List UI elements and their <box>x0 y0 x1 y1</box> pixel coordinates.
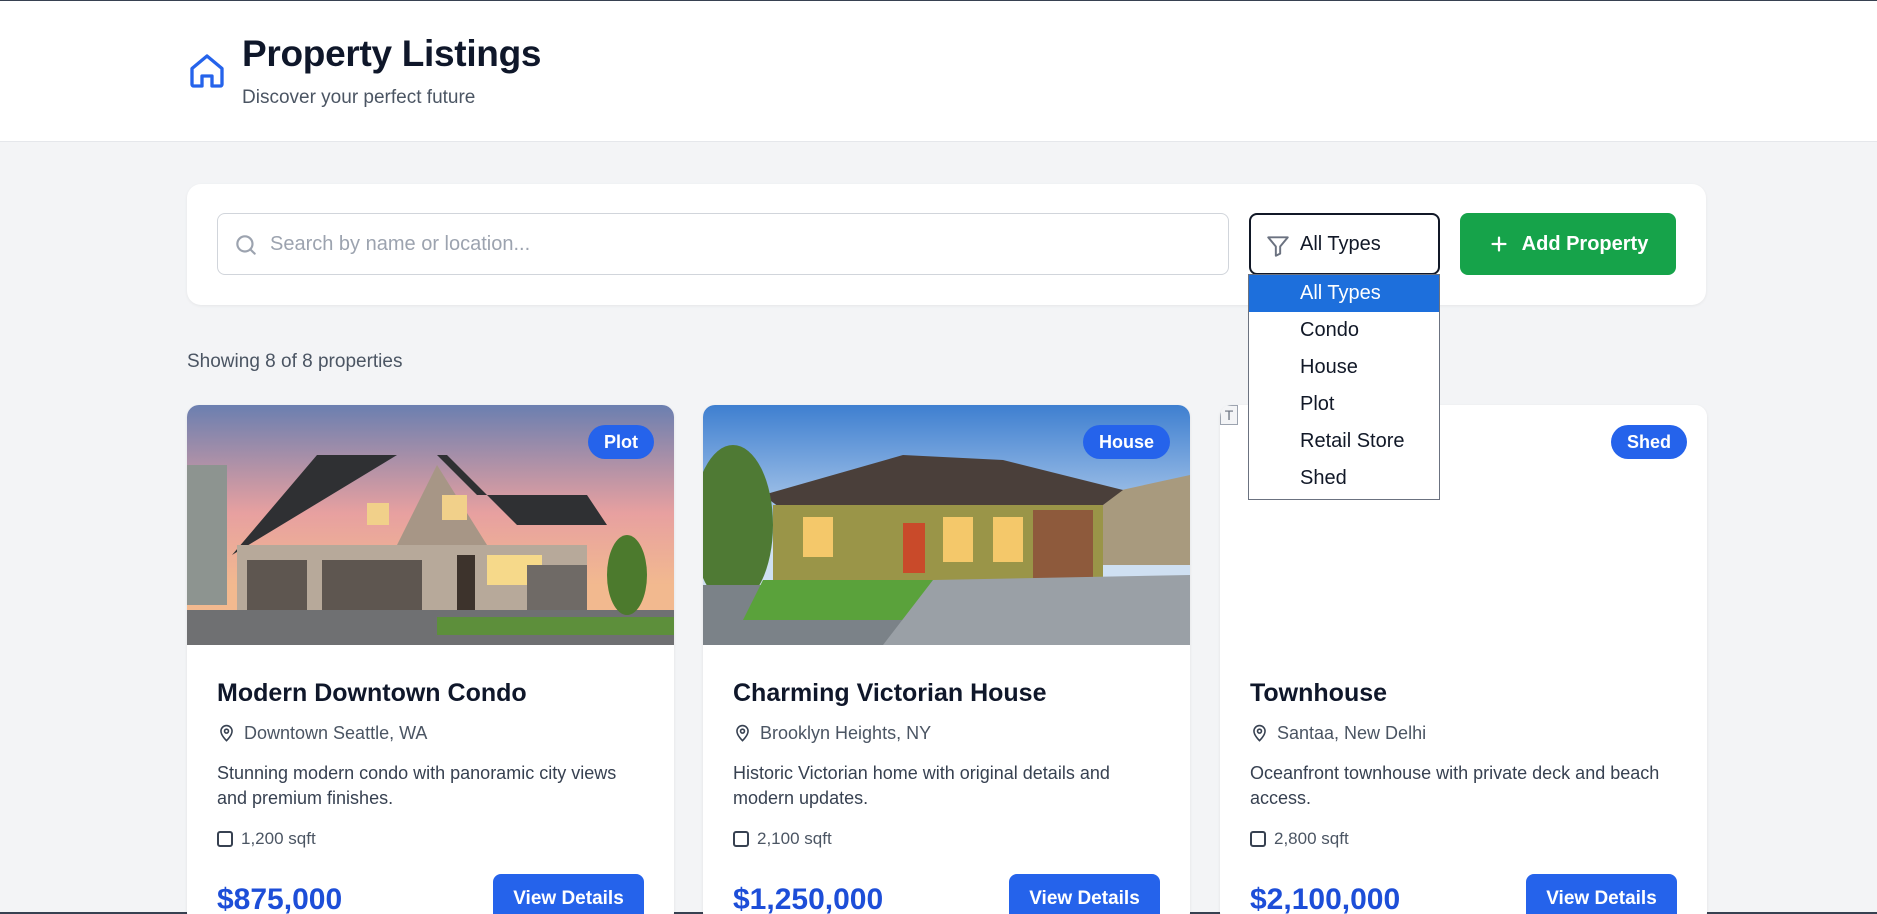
property-area-text: 1,200 sqft <box>241 829 316 848</box>
search-input[interactable] <box>270 214 1210 274</box>
property-area: 2,100 sqft <box>733 829 832 849</box>
property-description: Stunning modern condo with panoramic cit… <box>217 763 617 808</box>
type-option-house[interactable]: House <box>1249 349 1439 386</box>
property-type-badge: House <box>1082 425 1170 459</box>
square-icon <box>217 831 233 847</box>
page-header: Property Listings Discover your perfect … <box>0 1 1877 142</box>
property-type-badge: Shed <box>1610 425 1687 459</box>
type-option-retail-store[interactable]: Retail Store <box>1249 423 1439 460</box>
search-icon <box>236 235 256 255</box>
property-price: $2,100,000 <box>1250 883 1401 914</box>
map-pin-icon <box>220 724 233 742</box>
property-card: House Charming Victorian House Brooklyn … <box>703 405 1190 914</box>
property-card: Plot Modern Downtown Condo Downtown Seat… <box>187 405 674 914</box>
view-details-button[interactable]: View Details <box>493 874 644 914</box>
filter-icon <box>1267 236 1289 257</box>
property-location-text: Brooklyn Heights, NY <box>760 723 932 743</box>
type-filter-dropdown: All Types Condo House Plot Retail Store … <box>1248 274 1440 500</box>
property-location: Downtown Seattle, WA <box>217 723 427 744</box>
square-icon <box>1250 831 1266 847</box>
home-icon <box>190 54 224 88</box>
add-property-label: Add Property <box>1521 232 1649 255</box>
property-type-badge: Plot <box>588 425 654 459</box>
property-name: Townhouse <box>1250 679 1388 707</box>
property-location: Brooklyn Heights, NY <box>733 723 931 744</box>
property-area-text: 2,100 sqft <box>757 829 832 848</box>
page-subtitle: Discover your perfect future <box>242 87 476 108</box>
search-box[interactable] <box>217 213 1229 275</box>
type-option-shed[interactable]: Shed <box>1249 460 1439 497</box>
view-details-button[interactable]: View Details <box>1526 874 1677 914</box>
property-description: Oceanfront townhouse with private deck a… <box>1250 763 1660 808</box>
map-pin-icon <box>736 724 749 742</box>
property-area: 1,200 sqft <box>217 829 316 849</box>
type-option-condo[interactable]: Condo <box>1249 312 1439 349</box>
plus-icon <box>1491 236 1507 252</box>
property-name: Modern Downtown Condo <box>217 679 527 707</box>
property-location-text: Downtown Seattle, WA <box>244 723 428 743</box>
type-filter-select[interactable]: All Types <box>1249 213 1440 275</box>
add-property-button[interactable]: Add Property <box>1460 213 1676 275</box>
property-location: Santaa, New Delhi <box>1250 723 1426 744</box>
view-details-button[interactable]: View Details <box>1009 874 1160 914</box>
property-name: Charming Victorian House <box>733 679 1047 707</box>
page-title: Property Listings <box>242 33 542 74</box>
type-filter-value: All Types <box>1300 233 1381 255</box>
type-option-plot[interactable]: Plot <box>1249 386 1439 423</box>
property-description: Historic Victorian home with original de… <box>733 763 1110 808</box>
results-count: Showing 8 of 8 properties <box>187 351 403 372</box>
type-option-all[interactable]: All Types <box>1249 275 1439 312</box>
property-price: $1,250,000 <box>733 883 884 914</box>
property-area-text: 2,800 sqft <box>1274 829 1349 848</box>
broken-image-icon: T <box>1220 405 1238 425</box>
square-icon <box>733 831 749 847</box>
map-pin-icon <box>1253 724 1266 742</box>
property-location-text: Santaa, New Delhi <box>1277 723 1427 743</box>
property-price: $875,000 <box>217 883 343 914</box>
filter-toolbar: All Types Add Property <box>187 184 1706 305</box>
property-area: 2,800 sqft <box>1250 829 1349 849</box>
